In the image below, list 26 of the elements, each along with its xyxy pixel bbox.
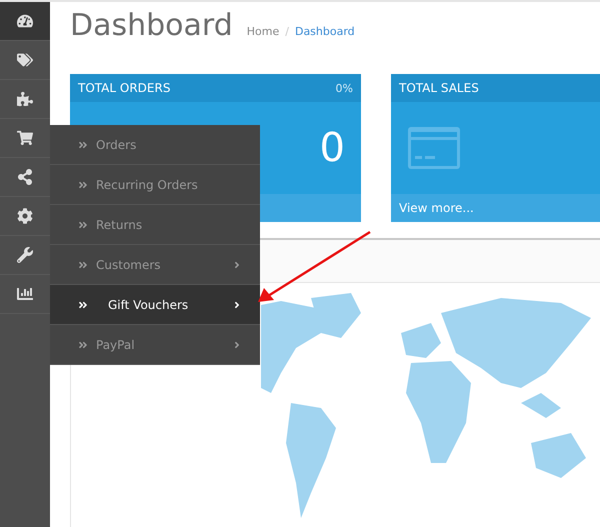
- card-value: 0: [320, 125, 345, 171]
- breadcrumb-separator: /: [285, 25, 289, 38]
- tags-icon: [17, 52, 33, 68]
- double-chevron-icon: [78, 180, 88, 190]
- dashboard-icon: [17, 13, 33, 29]
- card-title: TOTAL SALES: [399, 81, 479, 95]
- double-chevron-icon: [78, 260, 88, 270]
- double-chevron-icon: [78, 300, 88, 310]
- share-icon: [17, 169, 33, 185]
- cart-icon: [17, 130, 33, 146]
- double-chevron-icon: [78, 340, 88, 350]
- wrench-icon: [17, 247, 33, 263]
- puzzle-icon: [17, 91, 33, 107]
- bar-chart-icon: [17, 286, 33, 302]
- settings-icon: [17, 208, 33, 224]
- page-title: Dashboard: [70, 8, 233, 43]
- credit-card-icon: [407, 126, 461, 170]
- card-percent: 0%: [336, 82, 353, 94]
- double-chevron-icon: [78, 220, 88, 230]
- breadcrumb-link[interactable]: Home: [246, 25, 280, 38]
- breadcrumb-link[interactable]: Dashboard: [294, 25, 355, 38]
- double-chevron-icon: [78, 140, 88, 150]
- card-title: TOTAL ORDERS: [78, 81, 170, 95]
- submenu-item[interactable]: Gift Vouchers: [50, 285, 260, 325]
- sidebar-item[interactable]: [0, 2, 50, 41]
- view-more-link[interactable]: View more...: [391, 194, 600, 222]
